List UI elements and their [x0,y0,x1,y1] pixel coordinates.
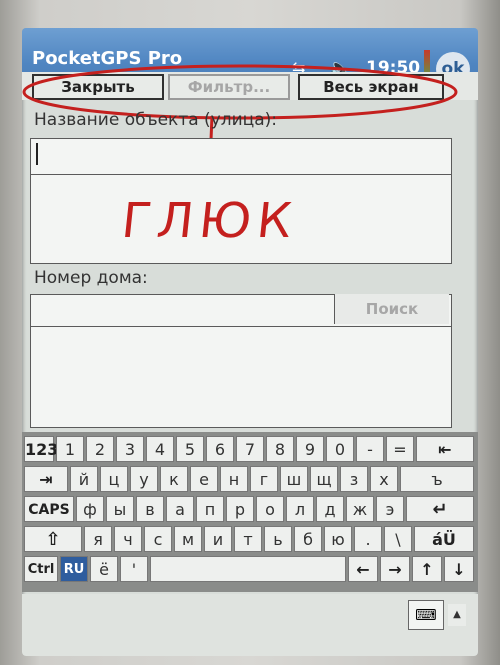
key[interactable]: ' [120,556,148,582]
arrow-left-key[interactable]: ← [348,556,378,582]
key[interactable]: \ [384,526,412,552]
shift-key[interactable]: ⇧ [24,526,82,552]
ctrl-key[interactable]: Ctrl [24,556,58,582]
key[interactable]: б [294,526,322,552]
keyboard-icon[interactable]: ⌨ [408,600,444,630]
key[interactable]: ш [280,466,308,492]
key[interactable]: с [144,526,172,552]
key[interactable]: 7 [236,436,264,462]
key[interactable]: г [250,466,278,492]
key[interactable]: к [160,466,188,492]
key[interactable]: ь [264,526,292,552]
chevron-up-icon[interactable]: ▲ [448,604,466,626]
key[interactable]: у [130,466,158,492]
object-name-label: Название объекта (улица): [34,110,278,130]
key[interactable]: ё [90,556,118,582]
key[interactable]: 8 [266,436,294,462]
key[interactable]: д [316,496,344,522]
key[interactable]: 0 [326,436,354,462]
pda-device-frame: PocketGPS Pro ⇆ 🔈 19:50 ok Закрыть Фильт… [0,0,500,665]
key[interactable]: х [370,466,398,492]
language-ru-key[interactable]: RU [60,556,88,582]
key[interactable]: 4 [146,436,174,462]
key-123[interactable]: 123 [24,436,58,462]
key[interactable]: ю [324,526,352,552]
key[interactable]: р [226,496,254,522]
house-results-list[interactable] [30,326,452,428]
key[interactable]: а [166,496,194,522]
arrow-down-key[interactable]: ↓ [444,556,474,582]
key[interactable]: ц [100,466,128,492]
soft-keyboard: 123 1 2 3 4 5 6 7 8 9 0 - = ⇤ ⇥ й ц у к … [22,432,478,592]
key[interactable]: я [84,526,112,552]
key[interactable]: м [174,526,202,552]
key[interactable]: ж [346,496,374,522]
house-number-label: Номер дома: [34,268,148,288]
key[interactable]: ы [106,496,134,522]
text-cursor [36,143,38,165]
key[interactable]: н [220,466,248,492]
key[interactable]: п [196,496,224,522]
key[interactable]: э [376,496,404,522]
key[interactable]: е [190,466,218,492]
key[interactable]: = [386,436,414,462]
caps-key[interactable]: CAPS [24,496,74,522]
key[interactable]: ч [114,526,142,552]
key[interactable]: ъ [400,466,474,492]
object-name-input[interactable] [30,138,452,176]
key[interactable]: 2 [86,436,114,462]
key[interactable]: 6 [206,436,234,462]
arrow-up-key[interactable]: ↑ [412,556,442,582]
key[interactable]: 5 [176,436,204,462]
key[interactable]: . [354,526,382,552]
annotation-text: ГЛЮК [119,193,301,249]
key[interactable]: ф [76,496,104,522]
tab-key[interactable]: ⇥ [24,466,68,492]
search-button[interactable]: Поиск [334,294,449,324]
key[interactable]: и [204,526,232,552]
key[interactable]: в [136,496,164,522]
space-key[interactable] [150,556,346,582]
key[interactable]: - [356,436,384,462]
key[interactable]: й [70,466,98,492]
key[interactable]: л [286,496,314,522]
key[interactable]: 9 [296,436,324,462]
accent-key[interactable]: áÜ [414,526,474,552]
key[interactable]: т [234,526,262,552]
key[interactable]: з [340,466,368,492]
key[interactable]: о [256,496,284,522]
key[interactable]: 1 [56,436,84,462]
pda-screen: PocketGPS Pro ⇆ 🔈 19:50 ok Закрыть Фильт… [22,28,478,656]
key[interactable]: 3 [116,436,144,462]
enter-key[interactable]: ↵ [406,496,474,522]
arrow-right-key[interactable]: → [380,556,410,582]
backspace-key[interactable]: ⇤ [416,436,474,462]
key[interactable]: щ [310,466,338,492]
